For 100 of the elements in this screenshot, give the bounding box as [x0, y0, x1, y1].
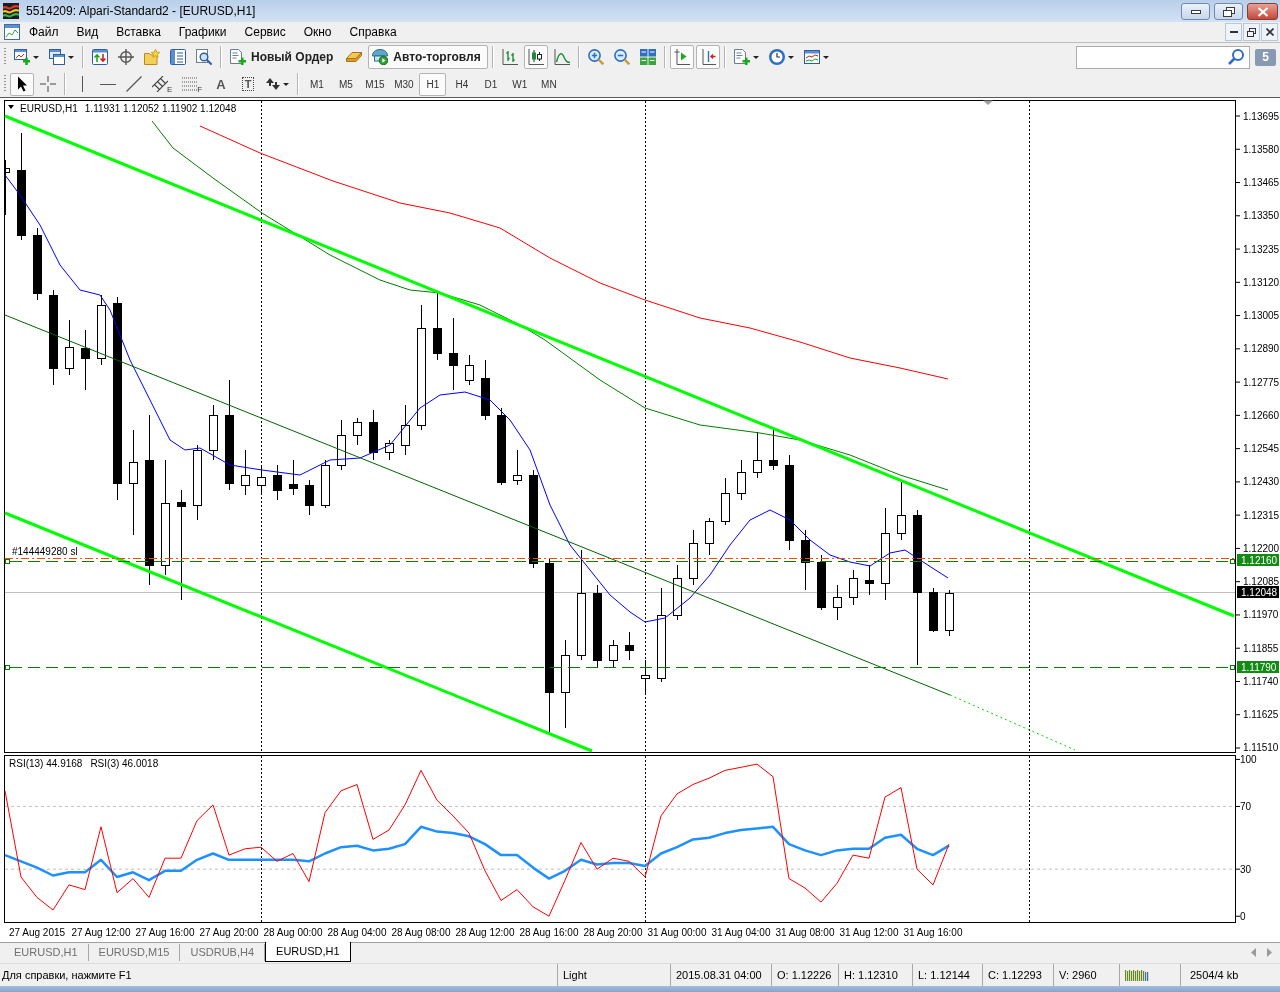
axis-label: 1.11510	[1243, 742, 1279, 754]
candlestick	[273, 464, 282, 501]
diagonal-line-icon	[126, 76, 142, 92]
close-button[interactable]	[1247, 3, 1278, 20]
axis-label: 1.11970	[1243, 609, 1279, 621]
search-icon[interactable]	[1228, 49, 1244, 65]
profile-name: Light	[563, 969, 587, 981]
close-button[interactable]	[1261, 23, 1278, 41]
chart-tab[interactable]: EURUSD,M15	[88, 944, 181, 961]
axis-label: 1.12660	[1243, 409, 1280, 421]
fibonacci-button[interactable]: F	[178, 72, 207, 96]
axis-label: 1.11625	[1243, 709, 1279, 721]
chart-shift-button[interactable]	[695, 45, 720, 69]
candlestick-chart-button[interactable]	[523, 45, 548, 69]
axis-shift-icon	[699, 49, 716, 65]
timeframe-button[interactable]: W1	[506, 72, 534, 96]
low-price: L: 1.12144	[918, 969, 970, 981]
minimize-button[interactable]	[1225, 23, 1242, 41]
menu-item[interactable]: Файл	[20, 25, 68, 39]
time-label: 31 Aug 04:00	[711, 927, 771, 938]
axis-label: 1.13120	[1243, 276, 1280, 288]
candlestick	[513, 449, 522, 486]
menu-item[interactable]: Вид	[67, 25, 108, 39]
minimize-icon	[1229, 31, 1238, 33]
restore-button[interactable]	[1243, 23, 1260, 41]
menu-item[interactable]: Вставка	[107, 25, 170, 39]
candlestick	[609, 639, 618, 669]
axis-label: 1.13235	[1243, 243, 1280, 255]
axis-arrow-icon	[673, 49, 690, 65]
high-price: H: 1.12310	[844, 969, 898, 981]
minimize-button[interactable]	[1181, 3, 1210, 20]
axis-label: 1.13465	[1243, 177, 1280, 189]
candlestick	[801, 529, 810, 591]
time-label: 28 Aug 20:00	[583, 927, 643, 938]
candlestick	[897, 479, 906, 541]
vertical-line-icon	[81, 76, 83, 92]
chart-window-icon[interactable]	[4, 24, 20, 40]
menu-item[interactable]: Справка	[340, 25, 406, 39]
axis-label: 1.12085	[1243, 576, 1280, 588]
connection-bars-icon	[1125, 969, 1149, 981]
candlestick	[945, 589, 954, 637]
cursor-arrow-icon	[16, 76, 28, 92]
axis-label: 70	[1240, 800, 1252, 812]
axis-label: 1.13350	[1243, 210, 1280, 222]
list-window-icon	[170, 49, 186, 65]
chart-window-icon	[803, 49, 820, 65]
bar-chart-icon	[501, 49, 518, 65]
timeframe-button[interactable]: M30	[390, 72, 418, 96]
zoom-out-icon	[613, 49, 630, 65]
cap-play-icon	[372, 49, 389, 65]
candlestick	[257, 464, 266, 496]
new-order-button[interactable]: Новый Ордер	[226, 45, 341, 69]
chart-symbol: EURUSD,H1	[20, 103, 78, 114]
menu-item[interactable]: Графики	[169, 25, 236, 39]
axis-label: 1.11855	[1243, 642, 1279, 654]
candlestick	[769, 429, 778, 471]
axis-label: 1.13695	[1243, 110, 1280, 122]
candlestick	[833, 584, 842, 621]
axis-label: 30	[1240, 863, 1252, 875]
timeframe-button[interactable]: MN	[535, 72, 563, 96]
candlestick	[241, 449, 250, 496]
axis-label: 1.12200	[1243, 542, 1280, 554]
time-label: 28 Aug 08:00	[391, 927, 451, 938]
timeframe-button[interactable]: M15	[361, 72, 389, 96]
axis-label: 1.12545	[1243, 443, 1280, 455]
candlestick	[65, 319, 74, 376]
cursor-button[interactable]	[10, 72, 34, 96]
chart-tab[interactable]: EURUSD,H1	[4, 944, 89, 961]
arrows-icon	[266, 77, 281, 91]
axis-label: 1.13005	[1243, 310, 1280, 322]
candlestick	[481, 359, 490, 421]
timeframe-button[interactable]: D1	[477, 72, 505, 96]
timeframe-button[interactable]: H4	[448, 72, 476, 96]
dropdown-triangle-icon[interactable]	[8, 105, 14, 109]
menu-item[interactable]: Окно	[294, 25, 341, 39]
candlestick	[865, 564, 874, 596]
time-label: 31 Aug 16:00	[903, 927, 963, 938]
search-field[interactable]	[1076, 45, 1250, 69]
chart-tab[interactable]: EURUSD,H1	[265, 942, 351, 962]
timeframe-button[interactable]: M5	[332, 72, 360, 96]
candlestick	[817, 554, 826, 611]
crosshair-icon	[40, 76, 56, 92]
channel-button[interactable]: E	[148, 72, 177, 96]
candlestick	[689, 529, 698, 586]
autotrading-button[interactable]: Авто-торговля	[368, 45, 488, 69]
menu-item[interactable]: Сервис	[235, 25, 295, 39]
autoscroll-button[interactable]	[669, 45, 694, 69]
text-tool-button[interactable]: A	[208, 72, 234, 96]
triangle-marker-icon	[983, 100, 993, 105]
candlestick-icon	[527, 49, 544, 65]
order-label: #144449280 sl	[12, 546, 78, 557]
restore-button[interactable]	[1214, 3, 1243, 20]
candlestick	[97, 294, 106, 366]
text-label-button[interactable]: T	[235, 72, 261, 96]
time-label: 28 Aug 12:00	[455, 927, 515, 938]
candlestick	[705, 517, 714, 556]
ingot-icon	[346, 52, 363, 62]
time-label: 28 Aug 00:00	[263, 927, 323, 938]
timeframe-button[interactable]: H1	[419, 72, 447, 96]
timeframe-button[interactable]: M1	[303, 72, 331, 96]
